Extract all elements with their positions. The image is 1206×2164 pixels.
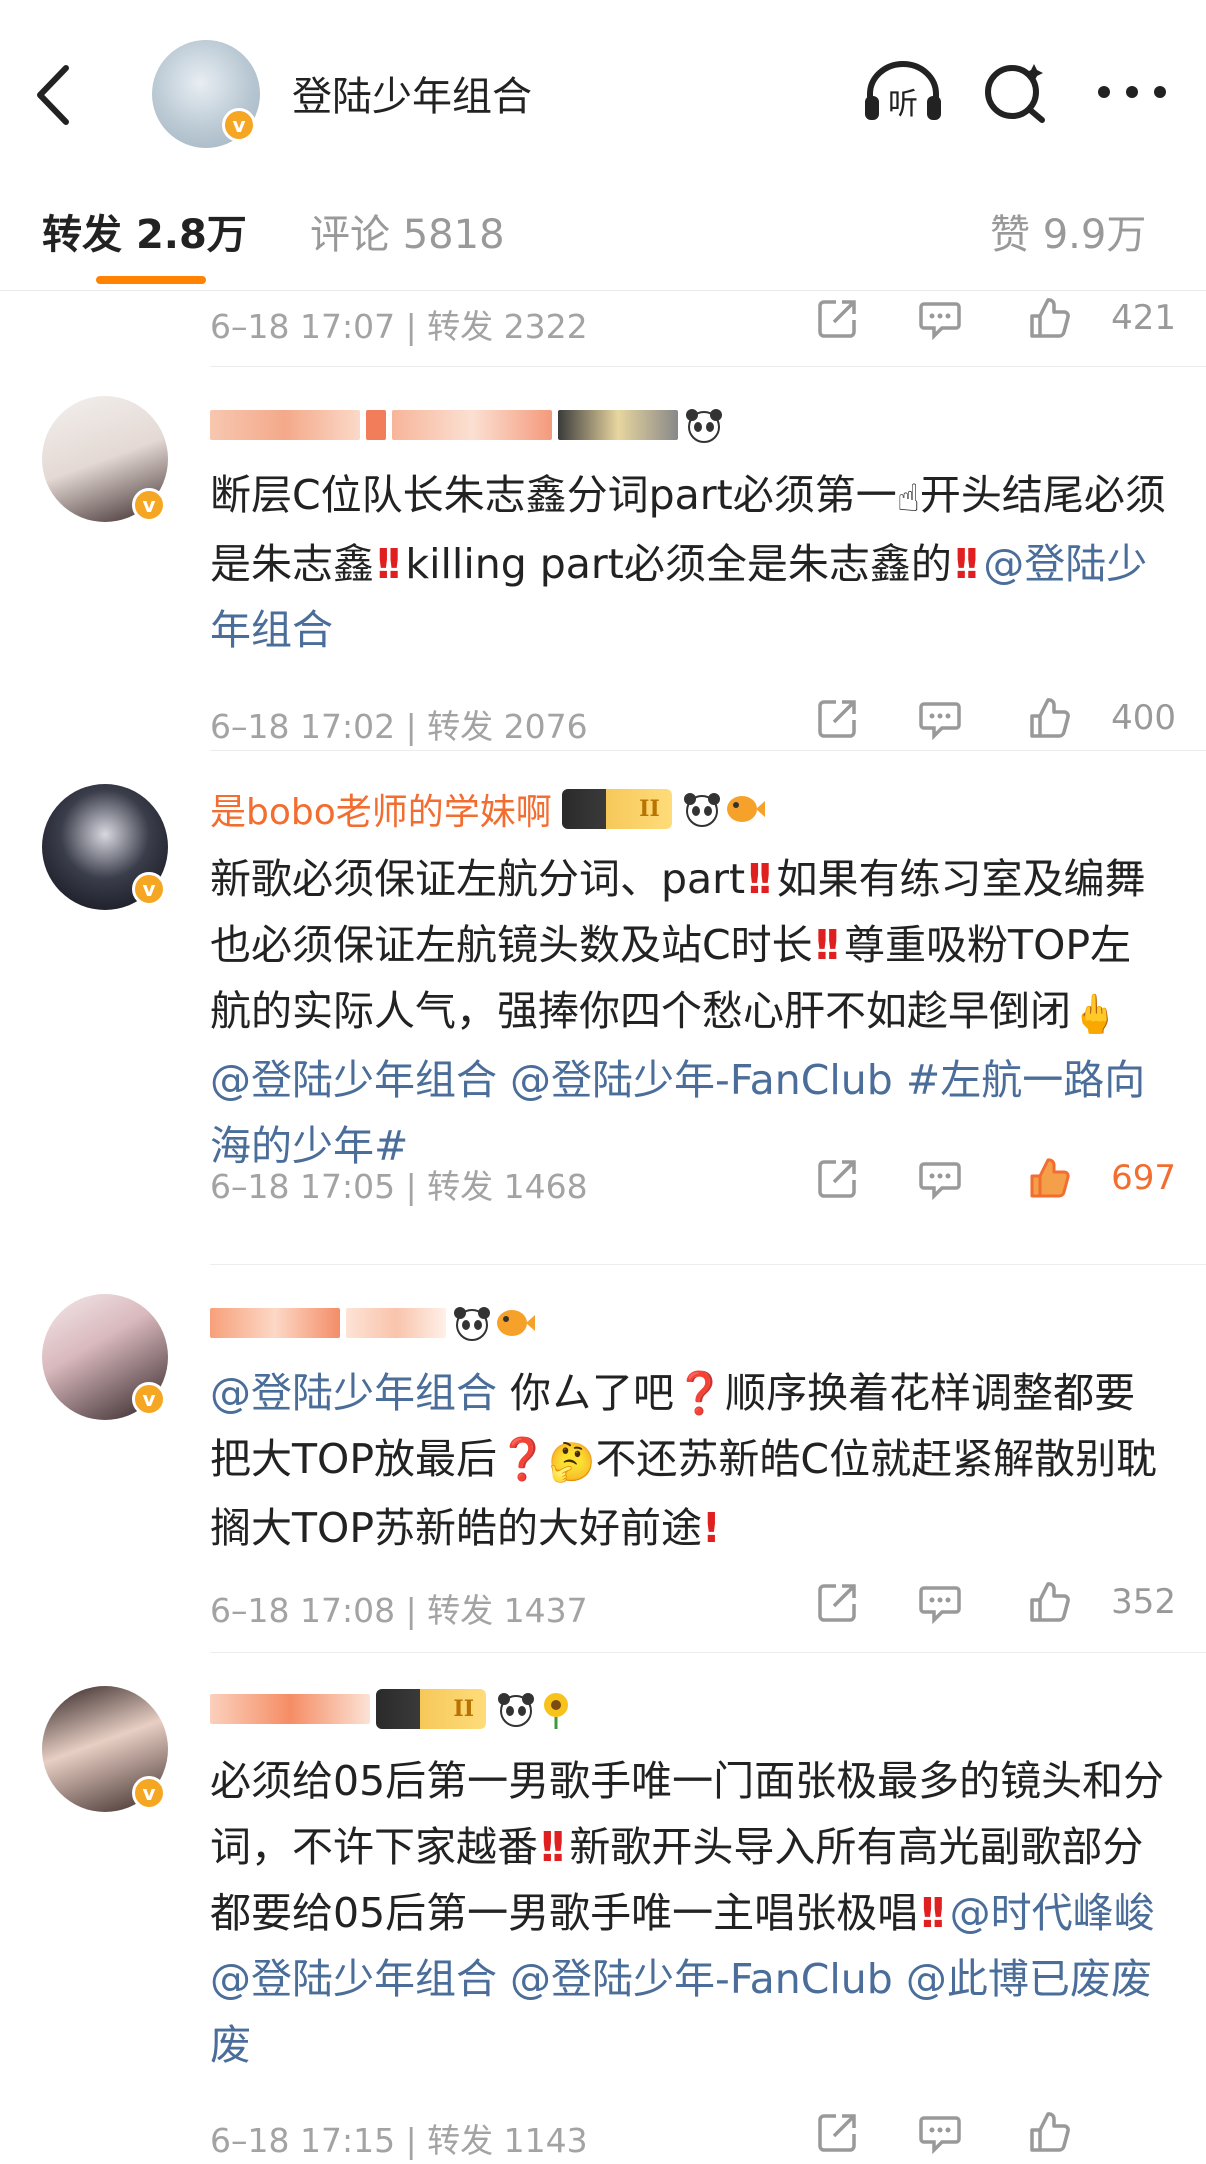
exclamation-icon: !: [702, 1504, 721, 1552]
comment-actions: 400: [816, 690, 1176, 750]
like-thumb-icon[interactable]: [1028, 696, 1072, 740]
like-count: 400: [1111, 698, 1176, 738]
tab-bar: 转发 2.8万 评论 5818 赞 9.9万: [0, 160, 1206, 291]
like-thumb-icon[interactable]: [1028, 1580, 1072, 1624]
comment-meta: 6–18 17:08 | 转发 1437: [210, 1591, 588, 1630]
panda-emoji-icon: [686, 409, 722, 443]
red-question-icon: ❓: [674, 1369, 726, 1417]
verified-badge-icon: v: [132, 872, 166, 906]
comment-icon[interactable]: [918, 296, 962, 340]
blurred-name: [346, 1308, 446, 1338]
repost-meta: 6–18 17:07 | 转发 2322: [210, 307, 588, 346]
username-blurred[interactable]: [210, 1298, 536, 1348]
share-icon[interactable]: [816, 696, 860, 740]
double-exclamation-icon: !!: [812, 921, 843, 969]
comment-icon[interactable]: [918, 696, 962, 740]
double-exclamation-icon: !!: [538, 1823, 568, 1871]
tab-repost[interactable]: 转发 2.8万: [42, 202, 247, 260]
pointing-up-emoji-icon: ☝: [896, 476, 920, 520]
comment-icon[interactable]: [918, 1156, 962, 1200]
comment-text: 新歌必须保证左航分词、part!! 如果有练习室及编舞也必须保证左航镜头数及站C时…: [210, 855, 1146, 1170]
more-dots-icon[interactable]: [1094, 60, 1170, 124]
blurred-name: [210, 1694, 370, 1724]
sunflower-emoji-icon: [544, 1693, 568, 1729]
mention-link[interactable]: @登陆少年-FanClub: [510, 1056, 893, 1104]
comment-meta: 6–18 17:15 | 转发 1143: [210, 2121, 588, 2160]
username-blurred[interactable]: [210, 400, 724, 450]
comment-text: 必须给05后第一男歌手唯一门面张极最多的镜头和分词，不许下家越番!! 新歌开头导入…: [210, 1757, 1165, 2069]
blurred-name: [366, 410, 386, 440]
share-icon[interactable]: [816, 296, 860, 340]
blurred-name: [392, 410, 552, 440]
comment-actions: 352: [816, 1574, 1176, 1634]
active-tab-indicator: [96, 276, 206, 284]
verified-badge-icon: v: [222, 108, 256, 142]
listen-headphone-icon[interactable]: 听: [862, 60, 944, 124]
pufferfish-emoji-icon: [726, 796, 765, 822]
share-icon[interactable]: [816, 1156, 860, 1200]
divider: [210, 366, 1206, 367]
search-icon[interactable]: [982, 60, 1052, 124]
like-thumb-icon[interactable]: [1028, 2110, 1072, 2154]
mention-link[interactable]: @时代峰峻: [950, 1889, 1155, 1937]
mention-link[interactable]: @登陆少年-FanClub: [510, 1955, 893, 2003]
comment-meta: 6–18 17:02 | 转发 2076: [210, 707, 588, 746]
verified-badge-icon: v: [132, 1382, 166, 1416]
double-exclamation-icon: !!: [918, 1889, 948, 1937]
like-count: 421: [1111, 298, 1176, 338]
listen-label: 听: [888, 87, 918, 122]
like-count: 352: [1111, 1582, 1176, 1622]
middle-finger-emoji-icon: 🖕: [1071, 992, 1119, 1036]
comment-text: @登陆少年组合 你ㄙ了吧❓顺序换着花样调整都要把大TOP放最后❓🤔不还苏新皓C位…: [210, 1369, 1158, 1552]
mention-link[interactable]: @登陆少年组合: [210, 1955, 497, 2003]
comment-meta: 6–18 17:05 | 转发 1468: [210, 1167, 588, 1206]
mention-link[interactable]: @登陆少年组合: [210, 1056, 497, 1104]
comment-actions: [816, 2104, 1176, 2164]
comment-text: 断层C位队长朱志鑫分词part必须第一☝开头结尾必须是朱志鑫!! killing …: [210, 462, 1170, 663]
double-exclamation-icon: !!: [951, 540, 982, 588]
blurred-badge: [558, 410, 678, 440]
divider: [210, 750, 1206, 751]
mention-link[interactable]: @登陆少年组合: [210, 1369, 497, 1417]
pufferfish-emoji-icon: [497, 1310, 535, 1336]
panda-emoji-icon: [454, 1307, 490, 1341]
share-icon[interactable]: [816, 1580, 860, 1624]
like-thumb-icon[interactable]: [1028, 296, 1072, 340]
back-arrow-icon[interactable]: [30, 60, 80, 130]
blurred-name: [210, 410, 360, 440]
username-row[interactable]: II: [210, 1684, 576, 1734]
username[interactable]: 是bobo老师的学妹啊: [210, 783, 552, 835]
verified-badge-icon: v: [132, 488, 166, 522]
comment-icon[interactable]: [918, 1580, 962, 1624]
thinking-face-emoji-icon: 🤔: [548, 1440, 596, 1484]
top-bar: v 登陆少年组合 听: [0, 0, 1206, 160]
like-count: 697: [1111, 1158, 1176, 1198]
panda-emoji-icon: [683, 793, 720, 827]
red-question-icon: ❓: [497, 1435, 549, 1483]
fan-level-badge: II: [376, 1689, 486, 1729]
like-thumb-liked-icon[interactable]: [1028, 1156, 1072, 1200]
fan-level-badge: II: [561, 789, 672, 829]
comment-icon[interactable]: [918, 2110, 962, 2154]
blurred-name: [210, 1308, 340, 1338]
repost-actions: 421: [816, 290, 1176, 350]
tab-comments[interactable]: 评论 5818: [310, 202, 505, 260]
verified-badge-icon: v: [132, 1776, 166, 1810]
account-name[interactable]: 登陆少年组合: [292, 64, 532, 122]
share-icon[interactable]: [816, 2110, 860, 2154]
divider: [210, 1652, 1206, 1653]
double-exclamation-icon: !!: [745, 855, 775, 903]
comment-actions: 697: [816, 1150, 1176, 1210]
panda-emoji-icon: [498, 1693, 534, 1727]
tab-likes[interactable]: 赞 9.9万: [990, 202, 1146, 260]
username-row[interactable]: 是bobo老师的学妹啊 II: [210, 784, 766, 834]
double-exclamation-icon: !!: [374, 540, 404, 588]
divider: [210, 1264, 1206, 1265]
